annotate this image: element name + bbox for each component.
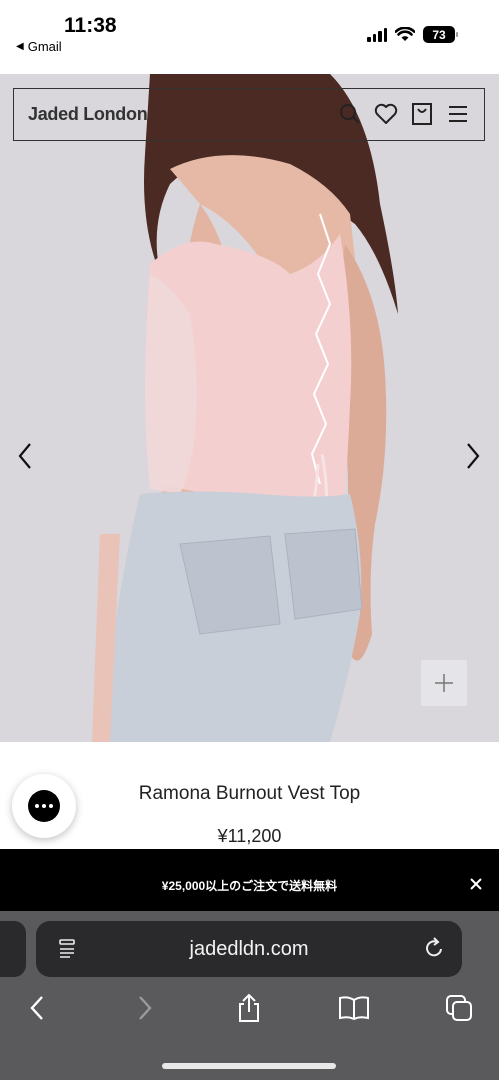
status-icons: 73 <box>367 26 458 43</box>
gallery-next-button[interactable] <box>461 439 485 473</box>
reload-icon[interactable] <box>422 936 446 960</box>
promo-close-button[interactable] <box>467 875 485 893</box>
site-header: Jaded London <box>13 88 485 141</box>
battery-indicator: 73 <box>423 26 458 43</box>
back-to-app-link[interactable]: ◀ Gmail <box>16 39 62 54</box>
bag-icon <box>412 103 432 125</box>
chevron-left-icon <box>18 443 31 469</box>
screen: { "status_bar": { "time": "11:38", "back… <box>0 0 499 1080</box>
product-price: ¥11,200 <box>217 826 282 846</box>
browser-forward-button[interactable] <box>128 991 162 1025</box>
cart-button[interactable] <box>410 102 434 126</box>
tabs-icon <box>446 995 472 1021</box>
battery-level: 73 <box>432 27 446 42</box>
status-bar: 11:38 ◀ Gmail 73 <box>0 0 499 74</box>
bookmarks-button[interactable] <box>337 991 371 1025</box>
product-image-gallery[interactable] <box>0 74 499 742</box>
forward-icon <box>139 996 152 1020</box>
wishlist-button[interactable] <box>374 102 398 126</box>
gallery-prev-button[interactable] <box>13 439 37 473</box>
url-text: jadedldn.com <box>189 938 309 960</box>
plus-icon <box>435 674 453 692</box>
bookmarks-icon <box>339 996 369 1021</box>
back-app-label: Gmail <box>27 39 62 54</box>
chat-bubble-icon <box>28 790 60 822</box>
back-icon <box>30 996 43 1020</box>
chat-button[interactable] <box>12 774 76 838</box>
brand-logo[interactable]: Jaded London <box>28 104 148 125</box>
home-indicator[interactable] <box>162 1063 336 1069</box>
promo-text: ¥25,000以上のご注文で送料無料 <box>161 879 338 893</box>
address-bar[interactable]: jadedldn.com <box>36 921 462 977</box>
header-icons <box>338 102 470 126</box>
wifi-icon <box>395 27 415 41</box>
heart-icon <box>374 103 398 124</box>
tabs-button[interactable] <box>442 991 476 1025</box>
status-time: 11:38 <box>64 14 117 37</box>
previous-tab-preview[interactable] <box>0 921 26 977</box>
product-photo <box>0 74 499 742</box>
browser-back-button[interactable] <box>20 991 54 1025</box>
menu-icon <box>449 106 467 122</box>
search-icon <box>340 104 360 124</box>
back-triangle-icon: ◀ <box>16 41 24 52</box>
browser-chrome: jadedldn.com <box>0 911 499 1080</box>
browser-toolbar <box>0 991 499 1031</box>
cellular-signal-icon <box>367 27 387 42</box>
zoom-button[interactable] <box>421 660 467 706</box>
share-icon <box>239 993 259 1022</box>
search-button[interactable] <box>338 102 362 126</box>
close-icon <box>470 878 482 890</box>
share-button[interactable] <box>232 991 266 1025</box>
menu-button[interactable] <box>446 102 470 126</box>
promo-banner: ¥25,000以上のご注文で送料無料 <box>0 849 499 911</box>
chevron-right-icon <box>467 443 480 469</box>
